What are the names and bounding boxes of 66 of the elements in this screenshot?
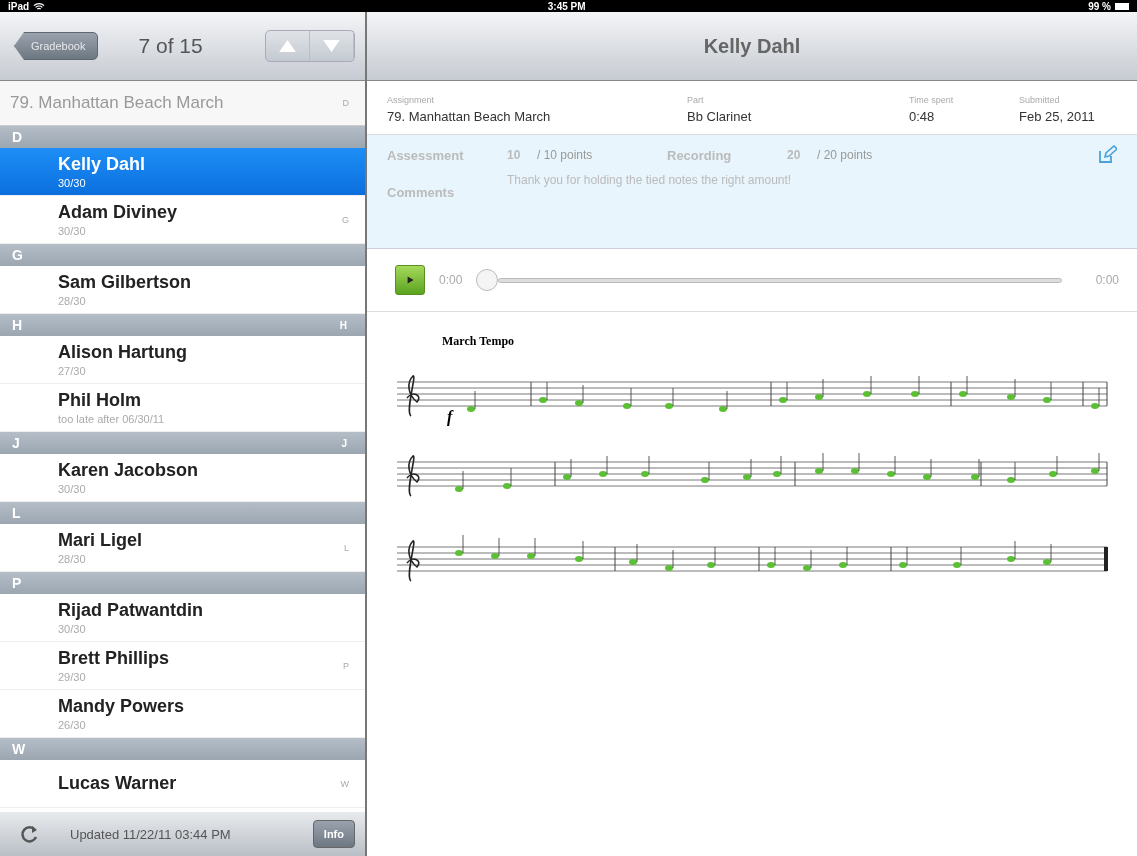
progress-handle[interactable] [476,269,499,291]
student-name: Mandy Powers [58,696,185,717]
student-row[interactable]: Kelly Dahl 30/30 [0,148,365,196]
edit-icon[interactable] [1097,145,1117,165]
record-counter: 7 of 15 [138,34,204,58]
section-header: H H [0,314,365,336]
student-name: Rijad Patwantdin [58,600,203,621]
field-value: Feb 25, 2011 [1019,109,1095,124]
section-header: P [0,572,365,594]
tempo-marking: March Tempo [442,334,515,349]
elapsed-time: 0:00 [439,273,463,287]
student-name: Sam Gilbertson [58,272,192,293]
wifi-icon [33,1,46,11]
grade-total: / 10 points [537,148,594,162]
student-score: 30/30 [58,623,87,635]
field-label: Assignment [387,95,436,105]
student-name: Lucas Warner [58,773,177,794]
grade-score: 10 [507,148,522,162]
prev-next-control[interactable] [265,30,355,62]
student-score: 30/30 [58,177,87,189]
grade-total: / 20 points [817,148,874,162]
section-header: D [0,126,365,148]
student-score: 28/30 [58,553,87,565]
student-name: Phil Holm [58,390,142,411]
duration-time: 0:00 [1095,273,1119,287]
student-name: Karen Jacobson [58,460,199,481]
student-name: Alison Hartung [58,342,187,363]
student-name: Mari Ligel [58,530,142,551]
section-header: G [0,244,365,266]
student-score: 30/30 [58,225,87,237]
battery-percent: 99 % [1088,0,1111,12]
grade-score: 20 [787,148,802,162]
updated-label: Updated 11/22/11 03:44 PM [70,826,232,842]
field-label: Part [687,95,705,105]
student-name: Brett Phillips [58,648,169,669]
field-label: Time spent [909,95,955,105]
student-row[interactable]: Lucas Warner W [0,760,365,808]
student-name: Adam Diviney [58,202,178,223]
field-value: 0:48 [909,109,936,124]
student-row[interactable]: Rijad Patwantdin 30/30 [0,594,365,642]
student-title: Kelly Dahl [703,34,801,58]
section-header: L [0,502,365,524]
student-score: too late after 06/30/11 [58,413,165,425]
student-score: 27/30 [58,365,87,377]
student-score: 30/30 [58,483,87,495]
student-score: 29/30 [58,671,87,683]
refresh-icon[interactable] [20,824,40,844]
assignment-title: 79. Manhattan Beach March [10,93,224,113]
student-name: Kelly Dahl [58,154,146,175]
grade-label: Recording [667,147,733,163]
section-header: J J [0,432,365,454]
section-header: W [0,738,365,760]
student-score: 28/30 [58,295,87,307]
comment-text: Thank you for holding the tied notes the right amount! [507,173,792,187]
dynamic-marking: f [447,408,453,426]
field-label: Submitted [1019,95,1061,105]
comments-label: Comments [387,185,456,200]
device-label: iPad [8,0,30,12]
student-row[interactable]: Brett Phillips 29/30 P [0,642,365,690]
grade-label: Assessment [387,147,465,163]
battery-icon [1115,2,1129,10]
clock: 3:45 PM [546,0,587,12]
field-value: 79. Manhattan Beach March [387,109,552,124]
field-value: Bb Clarinet [687,109,753,124]
student-score: 26/30 [58,719,87,731]
student-row[interactable]: Alison Hartung 27/30 [0,336,365,384]
